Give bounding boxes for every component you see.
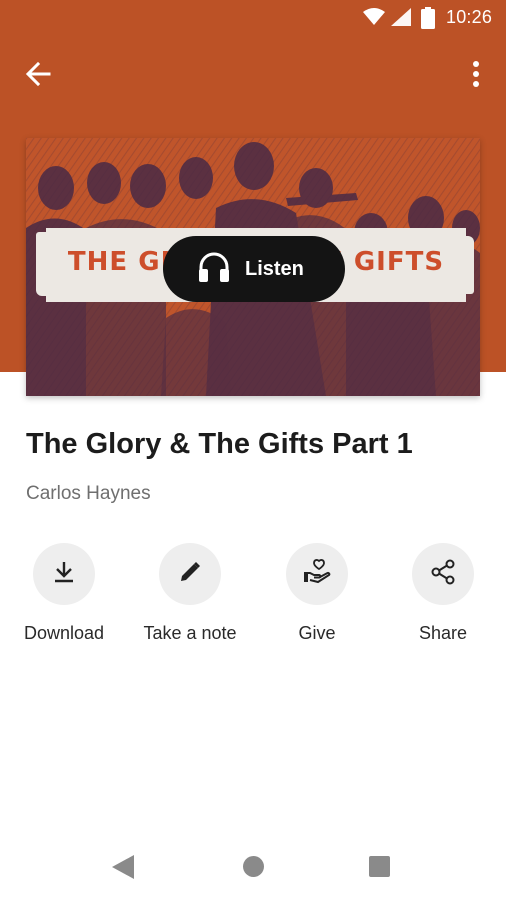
headphones-icon <box>197 251 231 288</box>
cell-signal-icon <box>391 8 411 31</box>
wifi-icon <box>363 8 385 31</box>
share-label: Share <box>418 623 468 643</box>
take-note-label: Take a note <box>143 623 237 643</box>
give-heart-hand-icon <box>303 558 331 590</box>
listen-button[interactable]: Listen <box>163 236 345 302</box>
sermon-title: The Glory & The Gifts Part 1 <box>26 428 413 460</box>
system-nav-bar <box>0 830 506 900</box>
more-vertical-icon <box>472 60 480 92</box>
speaker-name: Carlos Haynes <box>26 483 151 504</box>
app-bar <box>0 48 506 104</box>
share-icon <box>430 559 456 590</box>
status-bar: 10:26 <box>0 0 506 36</box>
pencil-icon <box>179 561 201 588</box>
download-action[interactable]: Download <box>1 543 127 653</box>
take-note-action[interactable]: Take a note <box>127 543 253 653</box>
nav-home-icon[interactable] <box>243 856 264 877</box>
share-button[interactable] <box>412 543 474 605</box>
download-button[interactable] <box>33 543 95 605</box>
download-icon <box>52 560 76 589</box>
back-button[interactable] <box>18 56 58 96</box>
take-note-button[interactable] <box>159 543 221 605</box>
nav-recents-icon[interactable] <box>369 856 390 877</box>
give-action[interactable]: Give <box>254 543 380 653</box>
battery-icon <box>421 7 435 34</box>
listen-label: Listen <box>245 257 304 280</box>
status-time: 10:26 <box>446 7 493 27</box>
share-action[interactable]: Share <box>380 543 506 653</box>
nav-back-icon[interactable] <box>112 855 134 884</box>
give-label: Give <box>298 623 336 643</box>
download-label: Download <box>23 623 105 643</box>
give-button[interactable] <box>286 543 348 605</box>
arrow-left-icon <box>25 61 51 92</box>
more-options-button[interactable] <box>456 56 496 96</box>
